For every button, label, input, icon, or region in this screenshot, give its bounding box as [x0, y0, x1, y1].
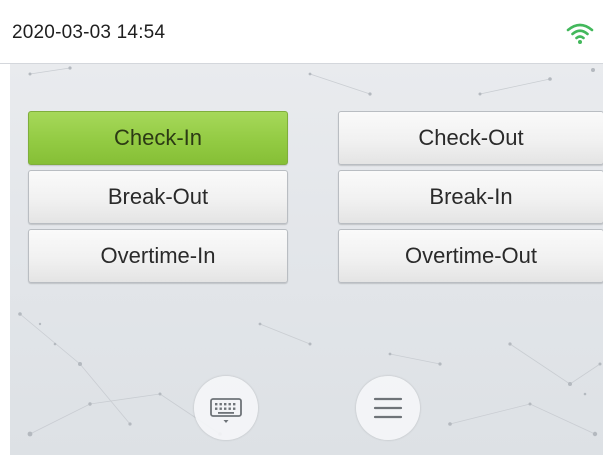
break-in-button[interactable]: Break-In	[338, 170, 603, 224]
attendance-screen: 2020-03-03 14:54 Check-In Check-Out Brea…	[0, 0, 603, 455]
menu-icon	[373, 397, 403, 419]
overtime-in-button[interactable]: Overtime-In	[28, 229, 288, 283]
menu-button[interactable]	[356, 376, 420, 440]
overtime-out-button[interactable]: Overtime-Out	[338, 229, 603, 283]
datetime-display: 2020-03-03 14:54	[12, 22, 166, 43]
keyboard-button[interactable]	[194, 376, 258, 440]
wifi-icon	[566, 23, 594, 44]
check-out-button[interactable]: Check-Out	[338, 111, 603, 165]
break-out-button[interactable]: Break-Out	[28, 170, 288, 224]
keyboard-icon	[210, 398, 242, 423]
main-panel: Check-In Check-Out Break-Out Break-In Ov…	[10, 64, 603, 455]
status-bar: 2020-03-03 14:54	[0, 0, 603, 64]
check-in-button[interactable]: Check-In	[28, 111, 288, 165]
